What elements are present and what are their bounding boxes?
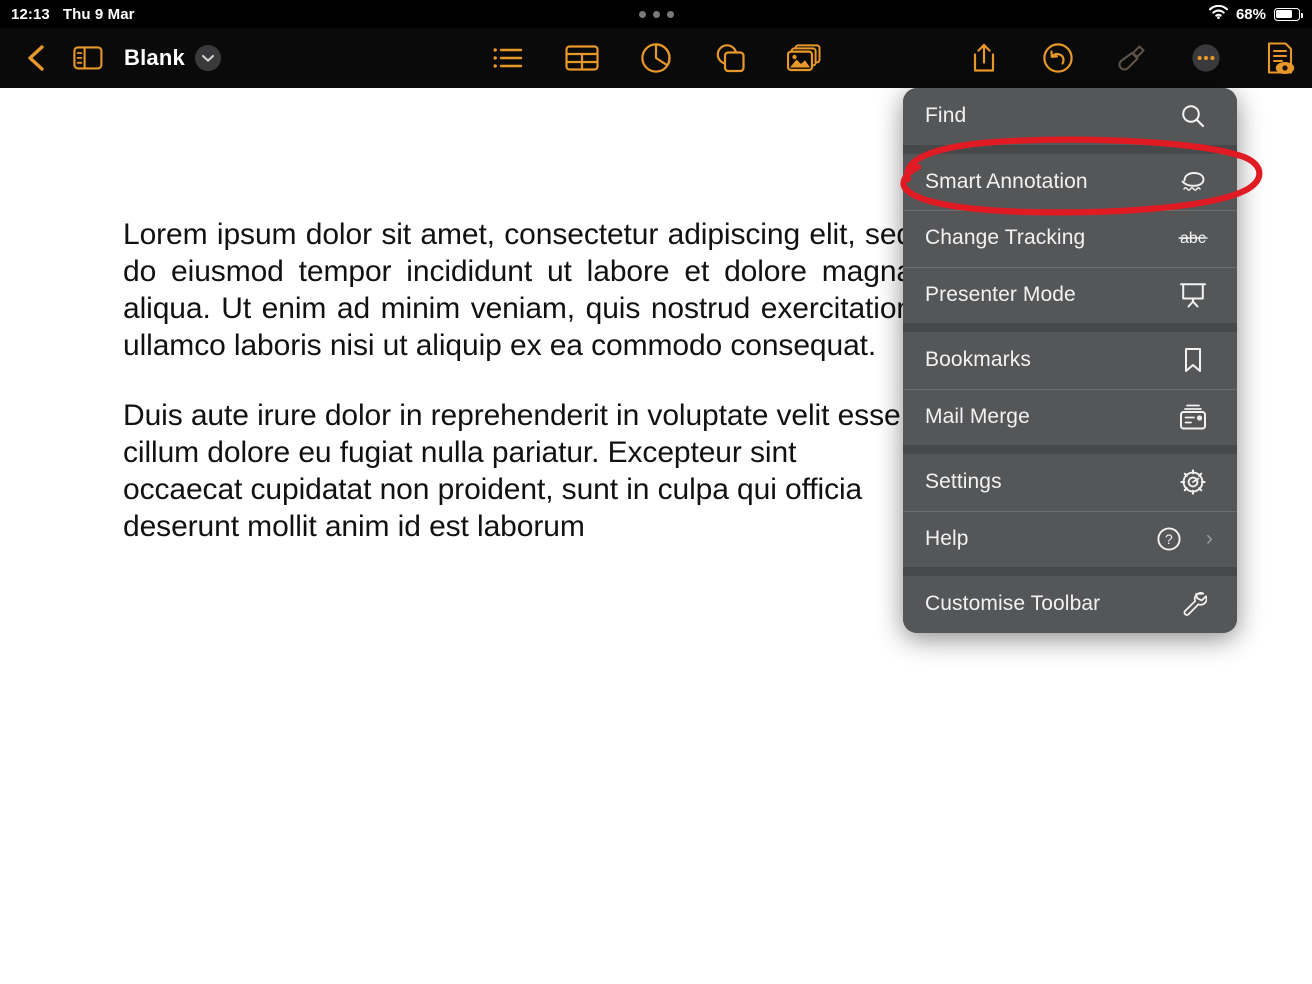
status-bar-left: 12:13 Thu 9 Mar xyxy=(0,6,135,23)
document-text-body[interactable]: Lorem ipsum dolor sit amet, consectetur … xyxy=(123,216,913,578)
app-toolbar: Blank xyxy=(0,28,1312,88)
menu-item-change-tracking[interactable]: Change Tracking abc xyxy=(903,210,1237,267)
presenter-mode-icon xyxy=(1173,281,1213,309)
status-time: 12:13 xyxy=(11,5,50,23)
menu-item-label: Bookmarks xyxy=(925,348,1031,372)
menu-separator xyxy=(903,445,1237,454)
share-icon[interactable] xyxy=(958,34,1010,82)
menu-item-label: Help xyxy=(925,526,969,550)
menu-separator xyxy=(903,144,1237,154)
svg-text:?: ? xyxy=(1165,531,1173,547)
table-icon[interactable] xyxy=(556,34,608,82)
menu-group: Smart Annotation Change Tracking abc Pre… xyxy=(903,153,1237,324)
menu-item-customise-toolbar[interactable]: Customise Toolbar xyxy=(903,576,1237,633)
battery-percent: 68% xyxy=(1235,5,1266,23)
menu-item-label: Change Tracking xyxy=(925,226,1086,250)
status-bar: 12:13 Thu 9 Mar 68% xyxy=(0,0,1312,28)
chevron-down-icon[interactable] xyxy=(194,45,221,71)
menu-separator xyxy=(903,567,1237,576)
mail-merge-icon xyxy=(1173,403,1213,431)
multitask-dots-icon xyxy=(0,0,1312,28)
menu-item-label: Smart Annotation xyxy=(925,169,1088,193)
wifi-icon xyxy=(1208,4,1229,23)
menu-item-mail-merge[interactable]: Mail Merge xyxy=(903,388,1237,446)
menu-item-label: Customise Toolbar xyxy=(925,592,1101,616)
chart-icon[interactable] xyxy=(630,34,682,82)
document-view-icon[interactable] xyxy=(1254,34,1306,82)
help-circle-icon: ? xyxy=(1149,526,1189,552)
toolbar-left-group: Blank xyxy=(0,34,221,82)
document-paragraph: Lorem ipsum dolor sit amet, consectetur … xyxy=(123,218,913,362)
menu-item-settings[interactable]: Settings xyxy=(903,454,1237,511)
media-icon[interactable] xyxy=(778,34,830,82)
shape-icon[interactable] xyxy=(704,34,756,82)
document-options-menu: Find Smart Annotation Change Tracking ab… xyxy=(903,88,1237,633)
wrench-icon xyxy=(1173,590,1213,618)
status-date: Thu 9 Mar xyxy=(62,5,135,23)
status-bar-right: 68% xyxy=(1208,0,1303,28)
menu-separator xyxy=(903,323,1237,332)
menu-item-bookmarks[interactable]: Bookmarks xyxy=(903,332,1237,389)
more-ellipsis-icon[interactable] xyxy=(1180,34,1232,82)
menu-item-presenter-mode[interactable]: Presenter Mode xyxy=(903,266,1237,324)
document-paragraph: Duis aute irure dolor in reprehenderit i… xyxy=(123,399,901,543)
menu-group: Bookmarks Mail Merge xyxy=(903,332,1237,445)
undo-icon[interactable] xyxy=(1032,34,1084,82)
menu-item-label: Settings xyxy=(925,470,1002,494)
menu-group: Find xyxy=(903,88,1237,145)
smart-annotation-icon xyxy=(1173,170,1213,194)
back-chevron-icon[interactable] xyxy=(10,34,62,82)
ipad-pages-screen: 12:13 Thu 9 Mar 68% Blank Lorem ipsum do… xyxy=(0,0,1312,984)
menu-item-label: Find xyxy=(925,104,967,128)
list-icon[interactable] xyxy=(482,34,534,82)
bookmark-icon xyxy=(1173,346,1213,374)
chevron-right-icon: › xyxy=(1205,526,1213,550)
menu-group: Customise Toolbar xyxy=(903,576,1237,633)
menu-item-label: Mail Merge xyxy=(925,404,1030,428)
menu-item-smart-annotation[interactable]: Smart Annotation xyxy=(903,154,1237,211)
document-title-group[interactable]: Blank xyxy=(124,45,221,71)
search-icon xyxy=(1173,103,1213,129)
toolbar-right-group xyxy=(958,28,1306,88)
menu-item-find[interactable]: Find xyxy=(903,88,1237,145)
format-brush-icon[interactable] xyxy=(1106,34,1158,82)
menu-item-help[interactable]: Help ? › xyxy=(903,510,1237,568)
menu-group: Settings Help ? › xyxy=(903,454,1237,567)
gear-icon xyxy=(1173,468,1213,496)
document-title: Blank xyxy=(124,45,185,70)
battery-icon xyxy=(1274,7,1303,21)
menu-item-label: Presenter Mode xyxy=(925,282,1076,306)
change-tracking-abc-icon: abc xyxy=(1173,227,1213,249)
sidebar-toggle-icon[interactable] xyxy=(62,34,114,82)
